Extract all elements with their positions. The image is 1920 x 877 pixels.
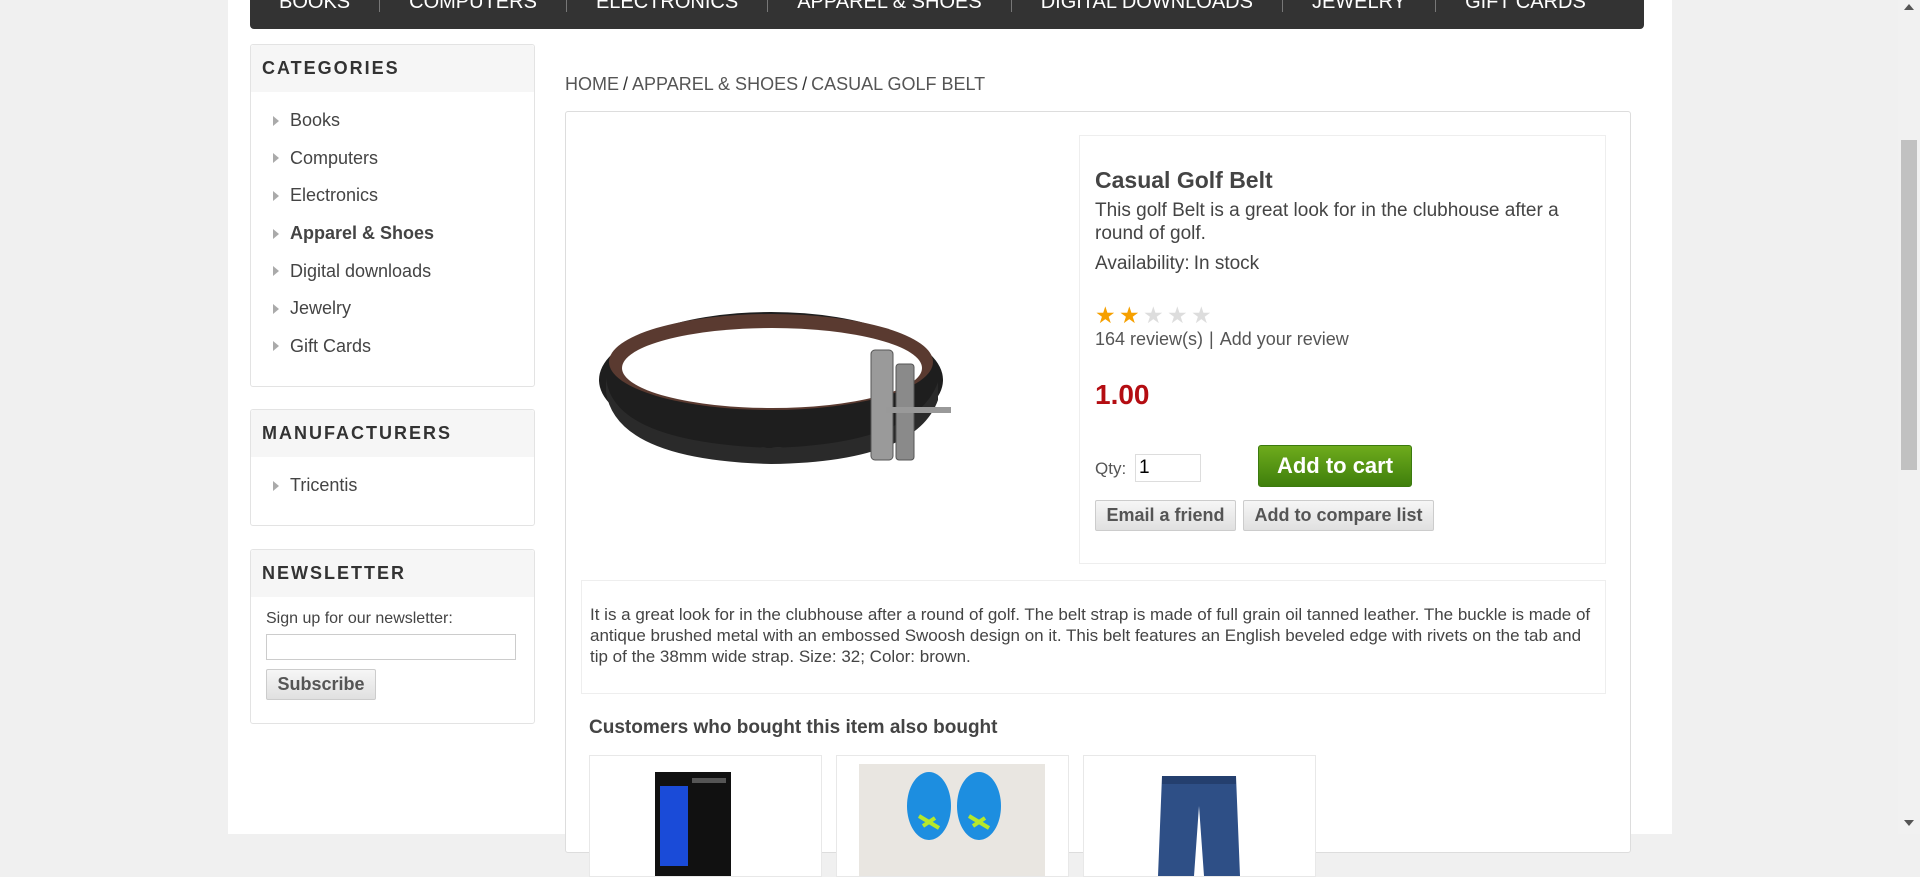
breadcrumb-category[interactable]: Apparel & Shoes — [632, 74, 798, 94]
subscribe-button[interactable]: Subscribe — [266, 669, 376, 700]
triangle-right-icon — [273, 341, 279, 352]
product-image-belt[interactable] — [586, 272, 966, 502]
newsletter-email-input[interactable] — [266, 634, 516, 660]
top-menu-item[interactable]: Electronics — [567, 0, 769, 15]
categories-item[interactable]: Digital downloads — [251, 252, 534, 290]
categories-item-label: Computers — [290, 147, 379, 168]
qty-input[interactable] — [1135, 454, 1201, 482]
top-menu: Books Computers Electronics Apparel & Shoes… — [250, 0, 1644, 29]
categories-item-label: Gift Cards — [290, 335, 372, 356]
add-to-compare-button[interactable]: Add to compare list — [1243, 500, 1434, 531]
also-bought-item-jeans[interactable] — [1083, 755, 1316, 877]
top-menu-item[interactable]: Apparel & Shoes — [768, 0, 1012, 15]
also-bought-item-shoes[interactable] — [836, 755, 1069, 877]
triangle-right-icon — [273, 303, 279, 314]
top-menu-item[interactable]: Digital downloads — [1012, 0, 1283, 15]
full-description: It is a great look for in the clubhouse … — [581, 580, 1606, 694]
categories-item[interactable]: Computers — [251, 140, 534, 178]
full-description-text: It is a great look for in the clubhouse … — [590, 605, 1591, 666]
availability: Availability: In stock — [1095, 253, 1259, 275]
manufacturers-title: Manufacturers — [251, 410, 534, 457]
categories-item[interactable]: Apparel & Shoes — [251, 215, 534, 253]
newsletter-label: Sign up for our newsletter: — [266, 610, 453, 627]
star-empty-icon: ★ — [1143, 302, 1164, 328]
top-menu-item[interactable]: Jewelry — [1283, 0, 1437, 15]
breadcrumb-home[interactable]: Home — [565, 74, 619, 94]
categories-title: Categories — [251, 45, 534, 92]
reviews-count-link[interactable]: 164 review(s) — [1095, 329, 1203, 349]
shoes-image — [859, 764, 1045, 876]
categories-item-label: Apparel & Shoes — [290, 223, 435, 244]
add-review-link[interactable]: Add your review — [1220, 329, 1349, 349]
availability-label: Availability: — [1095, 253, 1190, 274]
vertical-scrollbar[interactable] — [1898, 0, 1920, 834]
manufacturers-block: Manufacturers Tricentis — [250, 409, 535, 526]
triangle-right-icon — [273, 228, 279, 239]
categories-item[interactable]: Electronics — [251, 177, 534, 215]
product-name: Casual Golf Belt — [1095, 167, 1273, 193]
breadcrumb-separator: / — [802, 74, 808, 94]
scroll-down-arrow-icon[interactable] — [1904, 820, 1914, 826]
categories-item[interactable]: Books — [251, 102, 534, 140]
triangle-right-icon — [273, 190, 279, 201]
also-bought-title: Customers who bought this item also boug… — [589, 717, 998, 738]
computer-image — [655, 772, 731, 876]
top-menu-item-label: Digital downloads — [1040, 0, 1253, 13]
page-wrapper: Books Computers Electronics Apparel & Shoes… — [228, 0, 1672, 877]
product-short-description: This golf Belt is a great look for in th… — [1095, 200, 1559, 244]
top-menu-item-label: Apparel & Shoes — [797, 0, 982, 13]
categories-item[interactable]: Gift Cards — [251, 328, 534, 366]
categories-block: Categories Books Computers Electronics Appa… — [250, 44, 535, 387]
reviews-separator: | — [1209, 329, 1214, 349]
availability-value: In stock — [1193, 253, 1260, 274]
scroll-up-arrow-icon[interactable] — [1904, 4, 1914, 10]
top-menu-item-label: Books — [279, 0, 351, 13]
top-menu-item-label: Computers — [409, 0, 537, 13]
triangle-right-icon — [273, 115, 279, 126]
categories-item-label: Books — [290, 110, 341, 131]
email-a-friend-button[interactable]: Email a friend — [1095, 500, 1236, 531]
top-menu-item[interactable]: Books — [250, 0, 381, 15]
qty-label: Qty: — [1095, 459, 1127, 478]
jeans-image — [1158, 776, 1240, 876]
star-filled-icon: ★ — [1095, 302, 1116, 328]
also-bought-item-computer[interactable] — [589, 755, 822, 877]
triangle-right-icon — [273, 480, 279, 491]
top-menu-item[interactable]: Gift Cards — [1436, 0, 1615, 15]
triangle-right-icon — [273, 266, 279, 277]
top-menu-item-label: Jewelry — [1311, 0, 1407, 13]
manufacturers-item[interactable]: Tricentis — [251, 467, 534, 505]
scrollbar-thumb[interactable] — [1901, 140, 1917, 470]
add-to-cart-button[interactable]: Add to cart — [1258, 445, 1412, 487]
triangle-right-icon — [273, 153, 279, 164]
categories-item-label: Electronics — [290, 185, 379, 206]
top-menu-item-label: Gift Cards — [1465, 0, 1586, 13]
breadcrumb: Home / Apparel & Shoes / Casual Golf Belt — [565, 74, 985, 95]
star-empty-icon: ★ — [1167, 302, 1188, 328]
breadcrumb-current: Casual Golf Belt — [811, 74, 986, 94]
categories-item-label: Jewelry — [290, 298, 352, 319]
newsletter-title: Newsletter — [251, 550, 534, 597]
star-empty-icon: ★ — [1191, 302, 1212, 328]
newsletter-block: Newsletter Sign up for our newsletter: S… — [250, 549, 535, 724]
top-menu-item[interactable]: Computers — [380, 0, 567, 15]
product-details: Casual Golf Belt This golf Belt is a gre… — [565, 111, 1631, 877]
categories-item-label: Digital downloads — [290, 260, 432, 281]
manufacturers-item-label: Tricentis — [290, 475, 358, 496]
breadcrumb-separator: / — [623, 74, 629, 94]
rating-stars: ★ ★ ★ ★ ★ — [1095, 304, 1215, 327]
product-price: 1.00 — [1095, 379, 1150, 410]
top-menu-item-label: Electronics — [595, 0, 739, 13]
product-overview: Casual Golf Belt This golf Belt is a gre… — [1079, 135, 1606, 564]
star-filled-icon: ★ — [1119, 302, 1140, 328]
categories-item[interactable]: Jewelry — [251, 290, 534, 328]
product-reviews: 164 review(s) | Add your review — [1095, 329, 1349, 350]
